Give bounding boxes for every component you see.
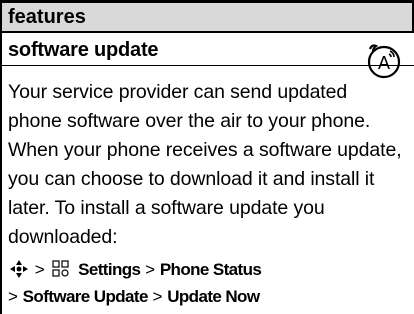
body-paragraph: Your service provider can send updated p… <box>8 81 402 248</box>
separator: > <box>34 260 45 279</box>
separator: > <box>145 260 156 279</box>
separator: > <box>152 287 163 306</box>
section-title: software update <box>8 39 159 61</box>
menu-path: > Settings > Phone Status > Software Upd… <box>8 256 408 310</box>
network-feature-icon: A <box>367 44 401 79</box>
settings-icon <box>52 260 70 277</box>
section-header: software update <box>0 33 414 66</box>
software-update-label: Software Update <box>22 287 149 306</box>
manual-page: features software update A Your service … <box>0 0 414 314</box>
features-tab[interactable]: features <box>2 3 412 31</box>
update-now-label: Update Now <box>167 287 260 306</box>
separator: > <box>8 287 18 306</box>
nav-key-icon <box>10 260 28 278</box>
menu-path-line-1: > Settings > Phone Status <box>8 256 408 283</box>
left-rule <box>0 33 2 314</box>
phone-status-label: Phone Status <box>159 260 262 279</box>
settings-label: Settings <box>78 260 141 279</box>
header-bar: features <box>0 0 414 33</box>
menu-path-line-2: > Software Update > Update Now <box>8 283 408 310</box>
svg-text:A: A <box>378 53 390 73</box>
